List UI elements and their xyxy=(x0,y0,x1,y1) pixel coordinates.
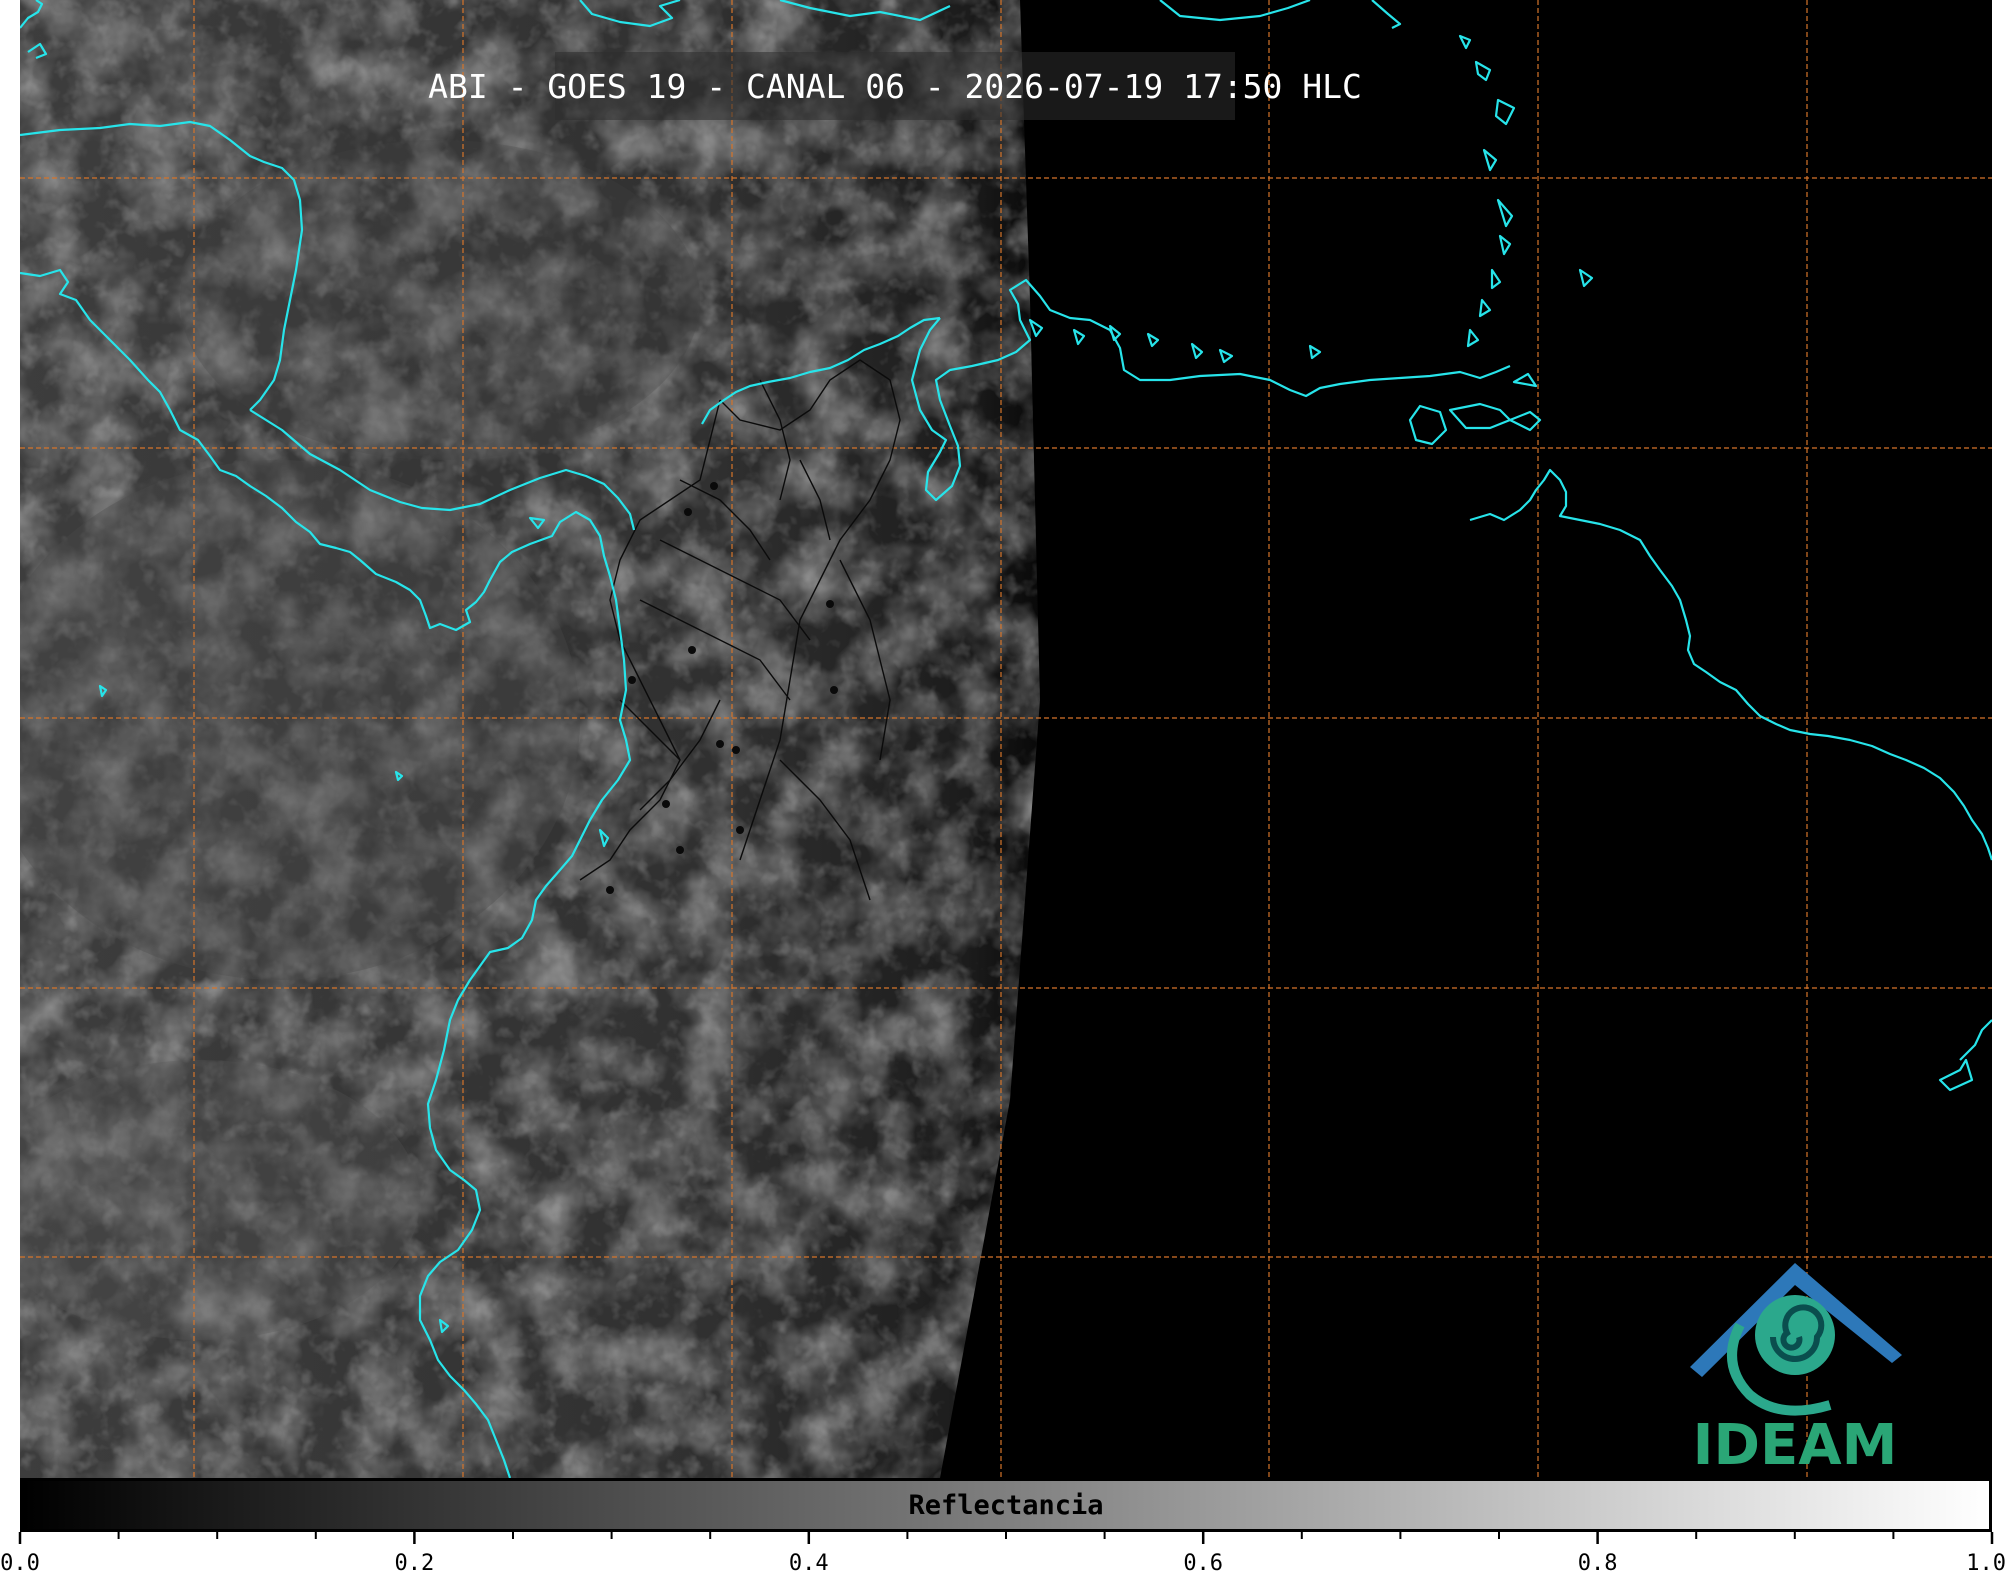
satellite-map: ABI - GOES 19 - CANAL 06 - 2026-07-19 17… xyxy=(20,0,1992,1478)
ideam-logo-icon xyxy=(1690,1263,1902,1416)
ideam-logo: IDEAM xyxy=(1680,1255,1910,1478)
colorbar-tick-label: 0.6 xyxy=(1183,1551,1223,1576)
ideam-logo-text: IDEAM xyxy=(1692,1413,1898,1478)
colorbar-label: Reflectancia xyxy=(908,1489,1104,1521)
satellite-image-page: ABI - GOES 19 - CANAL 06 - 2026-07-19 17… xyxy=(0,0,2011,1577)
colorbar: Reflectancia xyxy=(20,1478,1992,1532)
colorbar-axis: 0.0 0.2 0.4 0.6 0.8 1.0 xyxy=(0,1532,2006,1576)
colorbar-tick-label: 0.8 xyxy=(1578,1551,1618,1576)
colorbar-tick-label: 0.2 xyxy=(395,1551,435,1576)
image-title: ABI - GOES 19 - CANAL 06 - 2026-07-19 17… xyxy=(428,66,1362,106)
title-box: ABI - GOES 19 - CANAL 06 - 2026-07-19 17… xyxy=(428,52,1362,120)
colorbar-tick-label: 0.4 xyxy=(789,1551,829,1576)
colorbar-tick-label: 0.0 xyxy=(0,1551,40,1576)
colorbar-tick-label: 1.0 xyxy=(1966,1551,2006,1576)
